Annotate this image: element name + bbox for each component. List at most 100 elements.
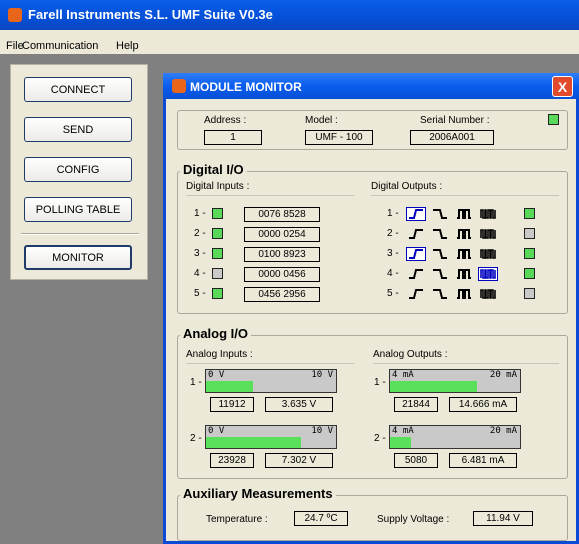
output-pulse-mode-icon[interactable] xyxy=(454,207,474,221)
output-falling-mode-icon[interactable] xyxy=(430,267,450,281)
analog-input-level-fill xyxy=(206,381,253,392)
output-falling-mode-icon[interactable] xyxy=(430,287,450,301)
output-rising-mode-icon[interactable] xyxy=(406,247,426,261)
digital-io-title: Digital I/O xyxy=(180,162,247,177)
analog-io-title: Analog I/O xyxy=(180,326,251,341)
digital-output-number: 5 - xyxy=(387,288,399,299)
auxiliary-title: Auxiliary Measurements xyxy=(180,486,336,501)
digital-output-led xyxy=(524,208,535,219)
digital-output-number: 1 - xyxy=(387,208,399,219)
digital-input-led xyxy=(212,248,223,259)
analog-output-level-bar: 4 mA 20 mA xyxy=(389,425,521,449)
output-pwm-mode-icon[interactable] xyxy=(478,207,498,221)
digital-input-number: 1 - xyxy=(194,208,206,219)
range-max-label: 20 mA xyxy=(489,370,517,380)
analog-input-level-bar: 0 V 10 V xyxy=(205,369,337,393)
digital-input-counter: 0100 8923 xyxy=(244,247,320,262)
monitor-button[interactable]: MONITOR xyxy=(24,245,132,270)
address-field: 1 xyxy=(204,130,262,145)
divider xyxy=(371,195,559,196)
connect-button[interactable]: CONNECT xyxy=(24,77,132,102)
analog-output-level-fill xyxy=(390,381,477,392)
output-rising-mode-icon[interactable] xyxy=(406,227,426,241)
output-pwm-mode-icon[interactable] xyxy=(478,267,498,281)
serial-number-field: 2006A001 xyxy=(410,130,494,145)
analog-input-raw-value: 11912 xyxy=(210,397,254,412)
temperature-label: Temperature : xyxy=(206,514,268,525)
supply-voltage-label: Supply Voltage : xyxy=(377,514,450,525)
module-monitor-titlebar[interactable]: MODULE MONITOR X xyxy=(163,73,579,99)
output-pwm-mode-icon[interactable] xyxy=(478,227,498,241)
digital-output-led xyxy=(524,228,535,239)
range-min-label: 4 mA xyxy=(392,426,414,436)
analog-input-level-fill xyxy=(206,437,301,448)
output-pulse-mode-icon[interactable] xyxy=(454,267,474,281)
digital-input-led xyxy=(212,268,223,279)
output-pwm-mode-icon[interactable] xyxy=(478,247,498,261)
menu-communication[interactable]: Communication xyxy=(22,40,98,52)
output-rising-mode-icon[interactable] xyxy=(406,207,426,221)
digital-io-group xyxy=(177,171,568,314)
digital-input-led xyxy=(212,228,223,239)
range-max-label: 10 V xyxy=(311,370,333,380)
module-status-led xyxy=(548,114,559,125)
digital-input-number: 3 - xyxy=(194,248,206,259)
digital-input-led xyxy=(212,208,223,219)
analog-output-level-bar: 4 mA 20 mA xyxy=(389,369,521,393)
digital-input-counter: 0000 0456 xyxy=(244,267,320,282)
supply-voltage-field: 11.94 V xyxy=(473,511,533,526)
digital-inputs-label: Digital Inputs : xyxy=(186,181,250,192)
module-monitor-title: MODULE MONITOR xyxy=(190,80,302,94)
farell-logo-icon xyxy=(8,8,22,22)
output-pulse-mode-icon[interactable] xyxy=(454,247,474,261)
output-falling-mode-icon[interactable] xyxy=(430,227,450,241)
output-pulse-mode-icon[interactable] xyxy=(454,287,474,301)
serial-number-label: Serial Number : xyxy=(420,115,490,126)
analog-output-level-fill xyxy=(390,437,411,448)
range-min-label: 0 V xyxy=(208,426,225,436)
digital-output-number: 3 - xyxy=(387,248,399,259)
analog-input-number: 1 - xyxy=(190,377,202,388)
digital-input-counter: 0076 8528 xyxy=(244,207,320,222)
digital-output-led xyxy=(524,268,535,279)
analog-output-value: 6.481 mA xyxy=(449,453,517,468)
app-title: Farell Instruments S.L. UMF Suite V0.3e xyxy=(28,7,273,22)
range-min-label: 0 V xyxy=(208,370,225,380)
analog-input-level-bar: 0 V 10 V xyxy=(205,425,337,449)
digital-output-number: 4 - xyxy=(387,268,399,279)
output-pwm-mode-icon[interactable] xyxy=(478,287,498,301)
polling-table-button[interactable]: POLLING TABLE xyxy=(24,197,132,222)
menu-help[interactable]: Help xyxy=(116,40,139,52)
send-button[interactable]: SEND xyxy=(24,117,132,142)
output-rising-mode-icon[interactable] xyxy=(406,287,426,301)
range-min-label: 4 mA xyxy=(392,370,414,380)
farell-logo-icon xyxy=(172,79,186,93)
output-falling-mode-icon[interactable] xyxy=(430,207,450,221)
analog-output-raw-value: 21844 xyxy=(394,397,438,412)
analog-outputs-label: Analog Outputs : xyxy=(373,349,448,360)
digital-input-number: 4 - xyxy=(194,268,206,279)
digital-input-number: 2 - xyxy=(194,228,206,239)
nav-separator xyxy=(21,233,139,235)
digital-output-number: 2 - xyxy=(387,228,399,239)
analog-input-raw-value: 23928 xyxy=(210,453,254,468)
output-pulse-mode-icon[interactable] xyxy=(454,227,474,241)
digital-output-led xyxy=(524,248,535,259)
module-monitor-window: MODULE MONITOR X Address : 1 Model : UMF… xyxy=(163,73,579,544)
digital-input-number: 5 - xyxy=(194,288,206,299)
app-titlebar: Farell Instruments S.L. UMF Suite V0.3e xyxy=(0,0,579,30)
divider xyxy=(186,195,354,196)
address-label: Address : xyxy=(204,115,247,126)
analog-output-number: 1 - xyxy=(374,377,386,388)
divider xyxy=(373,363,559,364)
output-rising-mode-icon[interactable] xyxy=(406,267,426,281)
analog-input-value: 7.302 V xyxy=(265,453,333,468)
digital-output-led xyxy=(524,288,535,299)
digital-input-counter: 0456 2956 xyxy=(244,287,320,302)
close-button[interactable]: X xyxy=(552,76,573,97)
nav-panel: CONNECT SEND CONFIG POLLING TABLE MONITO… xyxy=(10,64,148,280)
output-falling-mode-icon[interactable] xyxy=(430,247,450,261)
config-button[interactable]: CONFIG xyxy=(24,157,132,182)
digital-input-counter: 0000 0254 xyxy=(244,227,320,242)
analog-inputs-label: Analog Inputs : xyxy=(186,349,253,360)
